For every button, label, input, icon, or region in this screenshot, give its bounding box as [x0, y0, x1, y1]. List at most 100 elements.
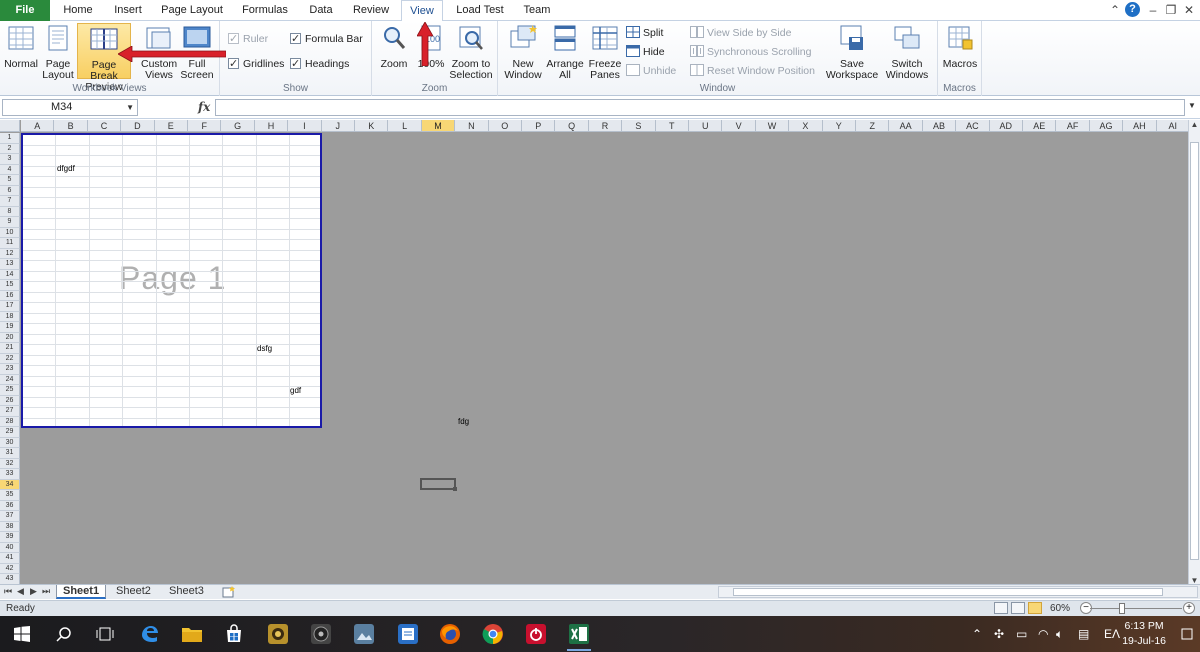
column-header[interactable]: M [421, 120, 456, 132]
help-icon[interactable]: ? [1125, 2, 1140, 17]
chrome-icon[interactable] [481, 622, 505, 646]
app-icon-3[interactable] [352, 622, 376, 646]
row-header[interactable]: 21 [0, 343, 20, 354]
zoom-slider-track[interactable] [1090, 608, 1182, 609]
name-box[interactable]: M34 ▼ [2, 99, 138, 116]
tab-page-layout[interactable]: Page Layout [158, 0, 226, 21]
cell-b4[interactable]: dfgdf [57, 164, 75, 173]
row-header[interactable]: 24 [0, 374, 20, 385]
row-header[interactable]: 38 [0, 521, 20, 532]
row-header[interactable]: 15 [0, 280, 20, 291]
unhide-button[interactable]: Unhide [626, 63, 676, 79]
zoom-button[interactable]: Zoom [376, 23, 412, 79]
zoom-slider-handle[interactable] [1119, 603, 1125, 614]
restore-icon[interactable]: ❐ [1164, 3, 1178, 17]
row-header[interactable]: 20 [0, 332, 20, 343]
column-header[interactable]: Y [822, 120, 856, 132]
excel-icon[interactable] [567, 622, 591, 651]
row-header[interactable]: 43 [0, 574, 20, 585]
formula-input[interactable] [215, 99, 1185, 116]
row-header[interactable]: 18 [0, 311, 20, 322]
column-header[interactable]: I [288, 120, 322, 132]
column-header[interactable]: S [622, 120, 656, 132]
column-header[interactable]: P [522, 120, 556, 132]
row-header[interactable]: 36 [0, 500, 20, 511]
column-header[interactable]: B [54, 120, 88, 132]
row-header[interactable]: 25 [0, 385, 20, 396]
tab-load-test[interactable]: Load Test [451, 0, 509, 21]
row-header[interactable]: 5 [0, 175, 20, 186]
start-icon[interactable] [10, 622, 34, 646]
split-button[interactable]: Split [626, 25, 663, 41]
row-header[interactable]: 19 [0, 322, 20, 333]
tab-insert[interactable]: Insert [108, 0, 148, 21]
row-header[interactable]: 34 [0, 479, 20, 490]
normal-view-button[interactable]: Normal [2, 23, 40, 79]
insert-function-icon[interactable]: fx [198, 100, 210, 114]
row-header[interactable]: 27 [0, 406, 20, 417]
insert-sheet-icon[interactable] [222, 586, 236, 598]
vertical-scrollbar[interactable]: ▲ ▼ [1188, 120, 1200, 585]
column-header[interactable]: L [388, 120, 422, 132]
app-icon-4[interactable] [396, 622, 420, 646]
save-workspace-button[interactable]: Save Workspace [824, 23, 880, 81]
row-header[interactable]: 17 [0, 301, 20, 312]
switch-windows-button[interactable]: Switch Windows [880, 23, 934, 81]
task-view-icon[interactable] [93, 622, 117, 646]
language-indicator[interactable]: EΛ [1104, 627, 1120, 641]
column-header[interactable]: Q [555, 120, 589, 132]
show-hidden-icons-icon[interactable]: ⌃ [972, 627, 982, 641]
column-header[interactable]: H [254, 120, 289, 132]
row-header[interactable]: 16 [0, 290, 20, 301]
system-clock[interactable]: 6:13 PM 19-Jul-16 [1122, 619, 1166, 649]
app-icon-2[interactable] [309, 622, 333, 646]
chevron-down-icon[interactable]: ▼ [126, 100, 134, 115]
macros-button[interactable]: Macros [940, 23, 980, 79]
row-header[interactable]: 11 [0, 238, 20, 249]
prev-sheet-icon[interactable]: ◀ [17, 586, 24, 597]
row-header[interactable]: 35 [0, 490, 20, 501]
notifications-icon[interactable] [1180, 622, 1194, 646]
sheet-tab-3[interactable]: Sheet3 [163, 585, 210, 599]
page-layout-view-button[interactable]: Page Layout [40, 23, 76, 81]
page-layout-status-icon[interactable] [1011, 602, 1025, 614]
row-header[interactable]: 10 [0, 227, 20, 238]
vertical-scroll-thumb[interactable] [1190, 142, 1199, 560]
row-header[interactable]: 8 [0, 206, 20, 217]
file-explorer-icon[interactable] [180, 622, 204, 646]
cell-h21[interactable]: dsfg [257, 344, 272, 353]
reset-window-position-button[interactable]: Reset Window Position [690, 63, 815, 79]
next-sheet-icon[interactable]: ▶ [30, 586, 37, 597]
tray-app-icon[interactable]: ✣ [994, 627, 1004, 641]
column-header[interactable]: AH [1123, 120, 1157, 132]
scroll-up-icon[interactable]: ▲ [1189, 120, 1200, 129]
row-header[interactable]: 26 [0, 395, 20, 406]
column-header[interactable]: AE [1023, 120, 1057, 132]
tab-home[interactable]: Home [58, 0, 98, 21]
column-header[interactable]: A [21, 120, 55, 132]
firefox-icon[interactable] [438, 622, 462, 646]
minimize-ribbon-icon[interactable]: ⌃ [1108, 3, 1122, 17]
print-page-area[interactable]: Page 1 [21, 133, 322, 428]
column-header[interactable]: F [188, 120, 222, 132]
expand-formula-bar-icon[interactable]: ▼ [1188, 101, 1196, 110]
new-window-button[interactable]: New Window [502, 23, 544, 81]
row-header[interactable]: 33 [0, 469, 20, 480]
freeze-panes-button[interactable]: Freeze Panes [586, 23, 624, 81]
volume-icon[interactable]: 🔈︎ [1056, 627, 1063, 642]
worksheet-grid[interactable]: A B C D E F G H I J K L M N O P Q R S T U V W X Y Z AA AB AC AD AE AF AG… [0, 120, 1200, 585]
row-header[interactable]: 13 [0, 259, 20, 270]
edge-browser-icon[interactable] [138, 622, 162, 646]
column-header[interactable]: E [154, 120, 188, 132]
row-header[interactable]: 42 [0, 563, 20, 574]
column-header[interactable]: T [655, 120, 689, 132]
page-break-status-icon[interactable] [1028, 602, 1042, 614]
headings-checkbox[interactable]: Headings [290, 56, 349, 72]
action-center-icon[interactable]: ▤ [1078, 627, 1089, 641]
view-side-by-side-button[interactable]: View Side by Side [690, 25, 791, 41]
tab-view[interactable]: View [401, 0, 443, 22]
row-header[interactable]: 4 [0, 164, 20, 175]
minimize-icon[interactable]: – [1146, 3, 1160, 17]
cell-n28[interactable]: fdg [458, 417, 469, 426]
row-header[interactable]: 3 [0, 154, 20, 165]
